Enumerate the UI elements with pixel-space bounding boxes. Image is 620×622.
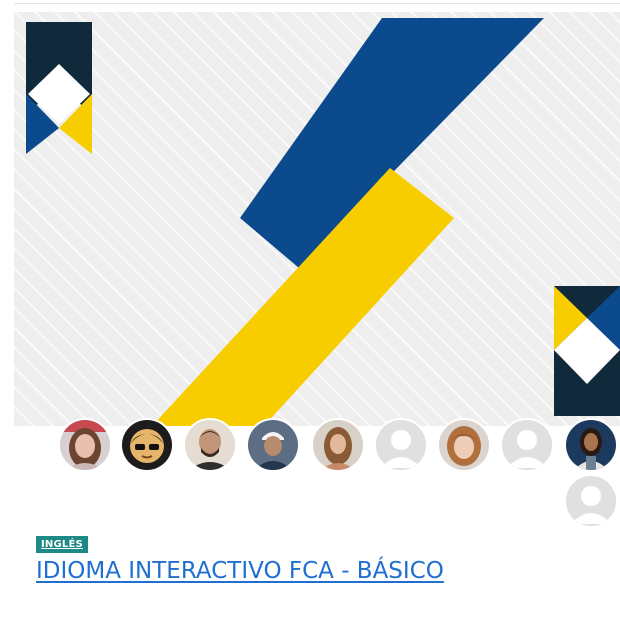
course-info: INGLÉS IDIOMA INTERACTIVO FCA - BÁSICO	[36, 534, 596, 585]
participant-avatar[interactable]	[185, 420, 235, 470]
participant-avatars	[0, 0, 620, 540]
participant-avatar[interactable]	[439, 420, 489, 470]
course-card: INGLÉS IDIOMA INTERACTIVO FCA - BÁSICO	[0, 0, 620, 622]
participant-avatar[interactable]	[122, 420, 172, 470]
default-user-icon[interactable]	[502, 420, 552, 470]
default-user-icon[interactable]	[376, 420, 426, 470]
default-user-icon[interactable]	[566, 476, 616, 526]
participant-avatar[interactable]	[313, 420, 363, 470]
course-title-link[interactable]: IDIOMA INTERACTIVO FCA - BÁSICO	[36, 557, 596, 585]
participant-avatar[interactable]	[248, 420, 298, 470]
category-badge[interactable]: INGLÉS	[36, 536, 88, 553]
participant-avatar[interactable]	[566, 420, 616, 470]
participant-avatar[interactable]	[60, 420, 110, 470]
